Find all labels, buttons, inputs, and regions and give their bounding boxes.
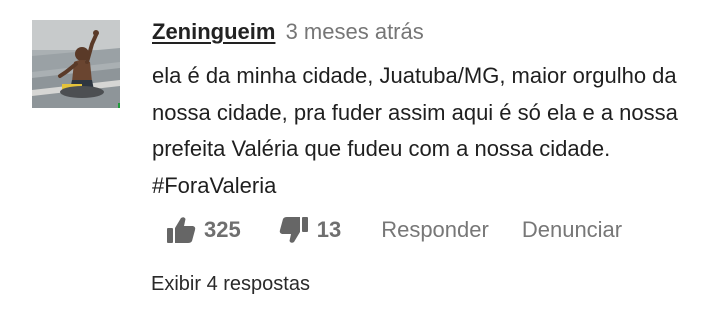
- reply-button[interactable]: Responder: [381, 217, 489, 243]
- like-count: 325: [204, 217, 241, 242]
- comment: Zeningueim 3 meses atrás ela é da minha …: [0, 0, 720, 315]
- dislike-count: 13: [316, 217, 342, 242]
- report-button[interactable]: Denunciar: [522, 217, 622, 243]
- author-name[interactable]: Zeningueim: [152, 19, 275, 44]
- comment-text: ela é da minha cidade, Juatuba/MG, maior…: [152, 63, 678, 198]
- comment-timestamp: 3 meses atrás: [285, 19, 424, 44]
- show-replies-button[interactable]: Exibir 4 respostas: [151, 270, 310, 298]
- thumbs-up-icon: [166, 216, 196, 244]
- dislike-button[interactable]: 13: [279, 216, 341, 244]
- brazil-flag-icon: [118, 103, 120, 108]
- avatar[interactable]: [32, 20, 120, 108]
- avatar-photo: [32, 20, 120, 108]
- thumbs-down-icon: [279, 216, 309, 244]
- comment-header: Zeningueim 3 meses atrás: [152, 17, 424, 47]
- comment-actions: 325 13 Responder Denunciar: [166, 212, 622, 248]
- like-button[interactable]: 325: [166, 216, 241, 244]
